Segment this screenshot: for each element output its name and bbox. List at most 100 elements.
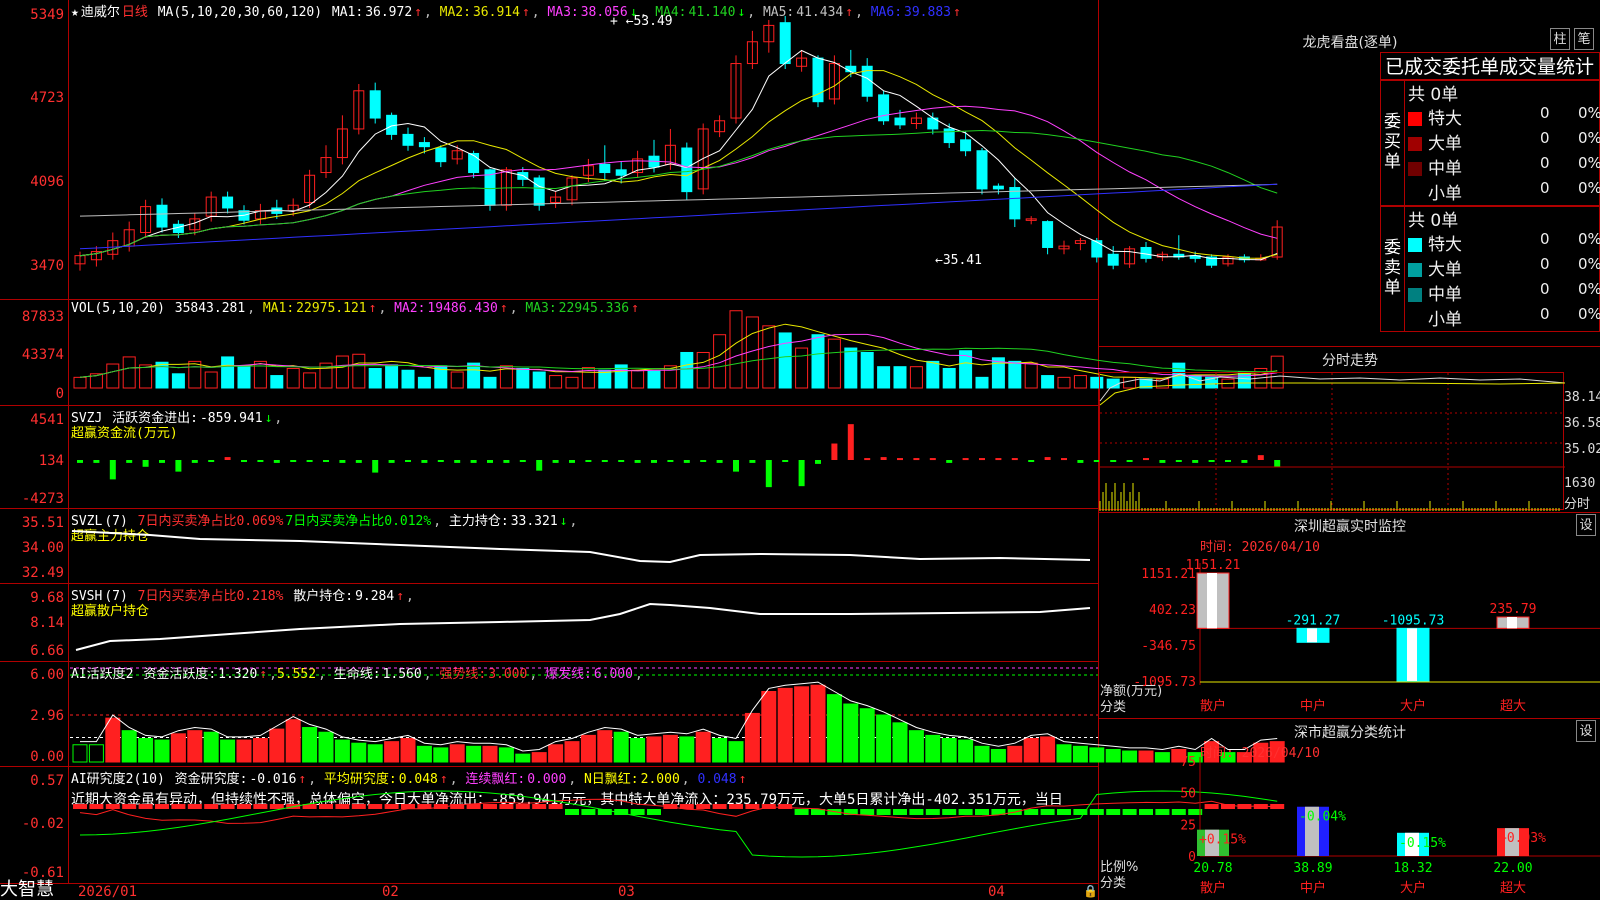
fund-inflow-bar (864, 458, 871, 461)
volume-bar-down (221, 356, 235, 389)
fund-outflow-bar (782, 460, 789, 462)
lhb-heading: 已成交委托单成交量统计 (1380, 52, 1600, 80)
candle-down (976, 150, 988, 190)
order-count: 0 (1540, 255, 1550, 273)
activity-bar (187, 730, 203, 763)
legend-swatch (1408, 263, 1422, 277)
activity-bar (236, 739, 252, 763)
sz-ratio-value: 20.78 (1193, 861, 1232, 876)
research-bar-pos (253, 804, 268, 809)
buy-side-label: 委买单 (1384, 112, 1401, 172)
volume-ma-line (79, 347, 1278, 378)
research-bar-neg (565, 809, 579, 815)
ai-research-pane[interactable]: AI研究度2(10) 资金研究度: -0.016 ↑, 平均研究度: 0.048 ↑, … (0, 767, 1285, 884)
svsh-pane[interactable]: SVSH (7) 7日内买卖净占比0.218% 散户持仓: 9.284 ↑, 超赢散户… (0, 584, 1098, 662)
sz-net-bar-highlight (1507, 617, 1517, 629)
settings-button[interactable]: 设 (1576, 514, 1596, 536)
research-bar-pos (532, 804, 547, 809)
candle-down (533, 177, 545, 206)
research-bar-pos (220, 804, 235, 809)
fund-inflow-bar (929, 458, 936, 461)
sz-class-category: 中户 (1300, 880, 1326, 896)
sz-ratio-bar-highlight (1505, 828, 1519, 856)
volume-bar-down (237, 365, 251, 389)
x-axis-label: 04 (988, 884, 1005, 900)
divider (1099, 718, 1600, 719)
ai-activity-pane[interactable]: AI活跃度2 资金活跃度: 1.320 ↑ ,5.552, 生命线: 1.560, 强势… (0, 662, 1285, 767)
svsh-line (75, 602, 1091, 651)
volume-bar-up (335, 355, 349, 389)
sz-monitor-cat-label: 分类 (1100, 700, 1127, 715)
research-bar-pos (89, 804, 104, 809)
research-bar-neg (942, 809, 957, 815)
volume-bar-up (696, 351, 710, 389)
volume-ma-line (79, 333, 1278, 378)
svzj-pane[interactable]: SVZJ 活跃资金进出: -859.941 ↓, 超赢资金流(万元) 4541 13… (0, 406, 1281, 509)
activity-bar (630, 738, 646, 763)
research-bar-pos (105, 804, 120, 809)
research-bar-pos (204, 804, 219, 809)
order-size-label: 特大 (1428, 235, 1462, 255)
activity-bar (826, 694, 842, 763)
volume-bar-up (729, 310, 743, 389)
sell-total: 共 0单 (1408, 211, 1459, 231)
order-count: 0 (1540, 230, 1550, 248)
sz-class-time: 时间: 2026/04/10 (1200, 746, 1320, 761)
volume-bar-down (368, 367, 382, 389)
volume-bar-down (171, 373, 185, 389)
fund-outflow-bar (257, 460, 264, 462)
fund-outflow-bar (405, 460, 411, 462)
buy-row-大单: 大单 (1408, 129, 1462, 154)
sz-class-category: 大户 (1400, 880, 1426, 896)
fund-inflow-bar (847, 424, 854, 460)
intraday-chart[interactable] (1099, 372, 1566, 511)
activity-bar (990, 748, 1006, 763)
sz-ratio-bar (1397, 832, 1429, 856)
activity-bar (154, 739, 170, 763)
activity-bar (810, 684, 826, 763)
research-bar-neg (581, 809, 596, 815)
fund-outflow-bar (142, 460, 149, 467)
activity-bar (498, 747, 514, 763)
settings-button[interactable]: 设 (1576, 720, 1596, 742)
volume-pane[interactable]: VOL(5,10,20) 35843.281, MA1: 22975.121 ↑, … (0, 300, 1284, 406)
activity-bar (958, 739, 974, 763)
research-bar-pos (351, 804, 366, 809)
order-percent: 0% (1578, 305, 1600, 323)
activity-bar (892, 722, 908, 763)
sz-category-label: 中户 (1300, 698, 1326, 714)
volume-bar-down (942, 367, 956, 389)
fund-outflow-bar (585, 460, 592, 462)
fund-inflow-bar (962, 458, 969, 461)
fund-outflow-bar (815, 460, 821, 464)
buy-row-小单: 小单 (1408, 179, 1462, 204)
activity-bar (1171, 748, 1187, 763)
fund-outflow-bar (421, 460, 428, 463)
volume-bar-up (1024, 362, 1038, 389)
fund-inflow-bar (1044, 457, 1051, 460)
fund-outflow-bar (1077, 460, 1084, 463)
volume-bar-down (860, 351, 874, 389)
activity-bar (384, 741, 400, 763)
fund-outflow-bar (700, 460, 707, 462)
research-bar-pos (237, 804, 251, 809)
research-bar-neg (1171, 809, 1186, 815)
fund-outflow-bar (651, 460, 657, 463)
fund-outflow-bar (683, 460, 690, 463)
kline-pane[interactable]: ★ 迪威尔 日线 MA(5,10,20,30,60,120) MA1: 36.972 ↑… (0, 0, 1283, 300)
volume-bar-up (631, 369, 645, 389)
sz-category-label: 超大 (1500, 699, 1526, 714)
research-bar-neg (1024, 809, 1039, 815)
activity-bar (646, 736, 662, 763)
fund-inflow-bar (897, 458, 903, 461)
legend-swatch (1408, 112, 1422, 126)
tick-mode-button[interactable]: 笔 (1574, 28, 1594, 50)
sell-row-中单: 中单 (1408, 280, 1462, 305)
activity-bar (908, 730, 924, 763)
svzl-pane[interactable]: SVZL (7) 7日内买卖净占比0.069% 7日内买卖净占比0.012%, 主力… (0, 509, 1098, 584)
bar-mode-button[interactable]: 柱 (1550, 28, 1570, 50)
volume-bar-up (73, 376, 87, 389)
sz-monitor-title: 深圳超赢实时监控 (1294, 519, 1406, 535)
lock-icon[interactable]: 🔒 (1083, 884, 1098, 898)
volume-bar-up (204, 371, 218, 389)
